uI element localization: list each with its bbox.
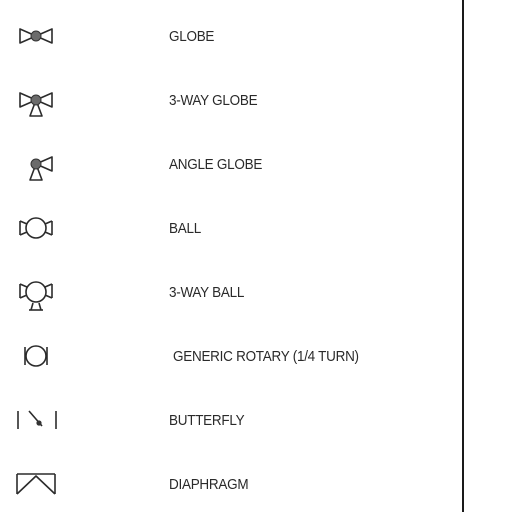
legend-label-3-way-ball: 3-WAY BALL [169,284,245,301]
three-way-ball-valve-icon [8,272,64,312]
legend-label-diaphragm: DIAPHRAGM [169,476,249,493]
generic-rotary-valve-icon [8,336,64,376]
butterfly-valve-icon [8,400,64,440]
legend-label-butterfly: BUTTERFLY [169,412,245,429]
legend-label-3-way-globe: 3-WAY GLOBE [169,92,258,109]
legend-row-globe: GLOBE [0,16,460,56]
legend-label-angle-globe: ANGLE GLOBE [169,156,263,173]
border-line [462,0,464,512]
angle-globe-valve-icon [8,144,64,184]
valve-symbol-legend: GLOBE 3-WAY GLOBE ANGLE GLOBE BALL 3-WAY… [0,0,512,512]
ball-valve-icon [8,208,64,248]
legend-label-globe: GLOBE [169,28,215,45]
globe-valve-icon [8,16,64,56]
diaphragm-valve-icon [8,464,64,504]
legend-label-ball: BALL [169,220,201,237]
legend-row-3-way-ball: 3-WAY BALL [0,272,460,312]
legend-row-angle-globe: ANGLE GLOBE [0,144,460,184]
legend-row-butterfly: BUTTERFLY [0,400,460,440]
legend-row-generic-rotary: GENERIC ROTARY (1/4 TURN) [0,336,460,376]
legend-row-ball: BALL [0,208,460,248]
legend-row-diaphragm: DIAPHRAGM [0,464,460,504]
legend-label-generic-rotary: GENERIC ROTARY (1/4 TURN) [173,348,359,365]
legend-row-3-way-globe: 3-WAY GLOBE [0,80,460,120]
three-way-globe-valve-icon [8,80,64,120]
